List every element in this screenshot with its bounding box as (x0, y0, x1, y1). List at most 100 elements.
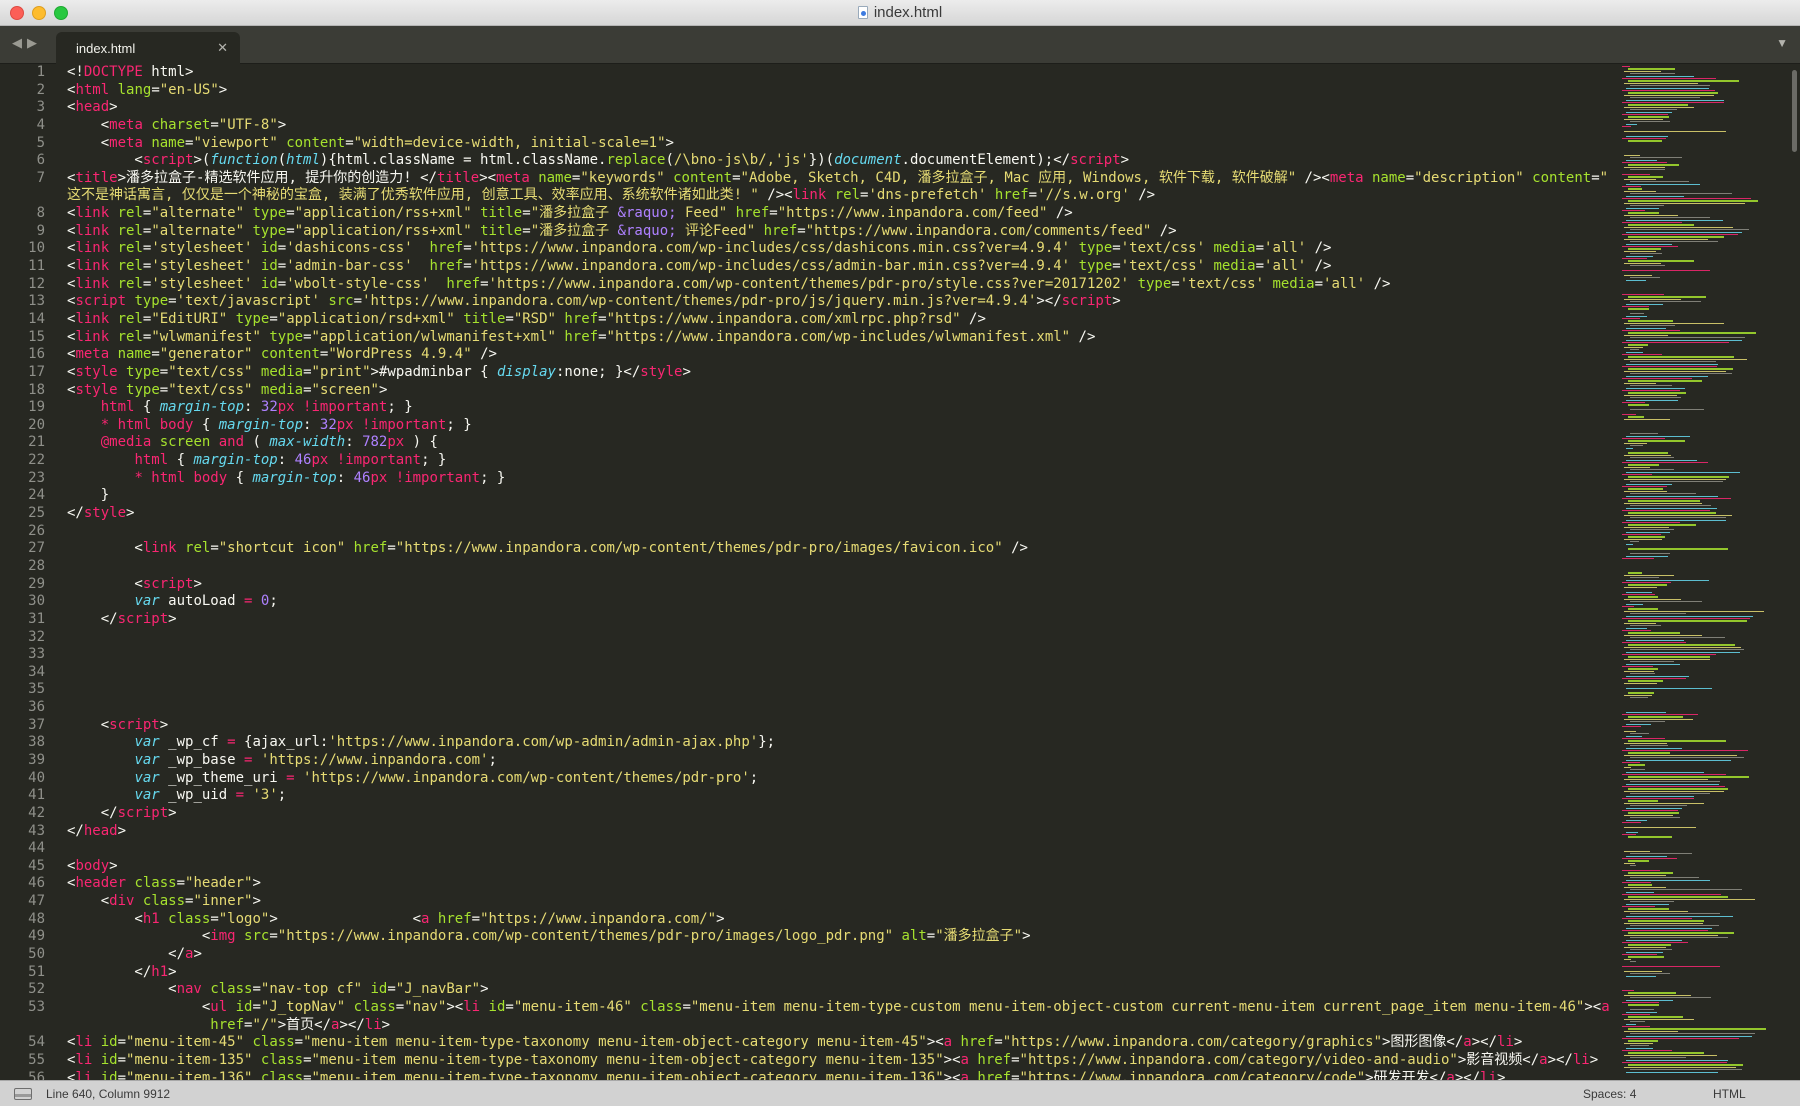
code-token: px (277, 399, 295, 416)
code-token: li (1572, 1051, 1590, 1068)
code-line[interactable]: <li id="menu-item-135" class="menu-item … (67, 1052, 1623, 1070)
code-token: > (378, 381, 388, 398)
code-line[interactable]: <header class="header"> (67, 875, 1623, 893)
code-line[interactable]: <meta name="viewport" content="width=dev… (67, 135, 1623, 153)
code-line[interactable]: <div class="inner"> (67, 893, 1623, 911)
forward-arrow-icon[interactable]: ▶ (27, 35, 42, 50)
code-token: script (142, 575, 194, 592)
code-line[interactable]: var _wp_theme_uri = 'https://www.inpando… (67, 770, 1623, 788)
code-line[interactable]: var autoLoad = 0; (67, 593, 1623, 611)
code-line[interactable]: <style type="text/css" media="screen"> (67, 382, 1623, 400)
code-line[interactable]: var _wp_uid = '3'; (67, 787, 1623, 805)
vertical-scrollbar[interactable] (1792, 70, 1797, 152)
code-line[interactable]: <link rel="alternate" type="application/… (67, 223, 1623, 241)
close-icon[interactable]: ✕ (217, 40, 228, 56)
code-token: ; (269, 593, 278, 610)
code-token: = (522, 222, 531, 239)
code-line[interactable]: <script>(function(html){html.className =… (67, 152, 1623, 170)
indentation-setting[interactable]: Spaces: 4 (1583, 1087, 1636, 1101)
code-line[interactable]: <link rel="EditURI" type="application/rs… (67, 311, 1623, 329)
minimap-line (1630, 781, 1720, 783)
code-line[interactable]: <link rel='stylesheet' id='admin-bar-css… (67, 258, 1623, 276)
code-line[interactable]: * html body { margin-top: 32px !importan… (67, 417, 1623, 435)
code-area[interactable]: <!DOCTYPE html> <html lang="en-US"> <head>… (67, 64, 1623, 1080)
code-line[interactable]: * html body { margin-top: 46px !importan… (67, 470, 1623, 488)
code-line[interactable]: <html lang="en-US"> (67, 82, 1623, 100)
panel-toggle-icon[interactable] (14, 1088, 32, 1100)
code-token: = (227, 734, 236, 751)
code-line[interactable]: var _wp_base = 'https://www.inpandora.co… (67, 752, 1623, 770)
code-token: 'all' (1264, 258, 1307, 275)
code-line[interactable]: } (67, 487, 1623, 505)
code-token: "RSD" (513, 310, 556, 327)
code-editor[interactable]: 1 2 3 4 5 6 7 8 9 10 11 12 13 14 15 16 17 18 19 20 21 22 23 24 2… (0, 64, 1800, 1080)
code-line[interactable]: </h1> (67, 964, 1623, 982)
code-line[interactable]: <meta name="generator" content="WordPres… (67, 346, 1623, 364)
minimap-line (1626, 759, 1732, 761)
code-line[interactable]: </script> (67, 805, 1623, 823)
minimap[interactable] (1622, 64, 1794, 1080)
code-line[interactable]: <!DOCTYPE html> (67, 64, 1623, 82)
code-line[interactable]: <nav class="nav-top cf" id="J_navBar"> (67, 981, 1623, 999)
line-number: 19 (28, 399, 45, 416)
code-line[interactable]: <script> (67, 576, 1623, 594)
minimap-line (1622, 294, 1664, 296)
code-line[interactable] (67, 681, 1623, 699)
minimap-line (1626, 879, 1711, 881)
code-line[interactable]: <link rel='stylesheet' id='dashicons-css… (67, 240, 1623, 258)
code-token: "https://www.inpandora.com/wp-includes/w… (606, 328, 1071, 345)
code-line[interactable]: <body> (67, 858, 1623, 876)
code-line[interactable]: <li id="menu-item-45" class="menu-item m… (67, 1034, 1623, 1052)
code-line[interactable] (67, 523, 1623, 541)
code-line[interactable]: <title>潘多拉盒子-精选软件应用, 提升你的创造力! </title><m… (67, 170, 1623, 188)
code-line[interactable]: </script> (67, 611, 1623, 629)
tab-index-html[interactable]: index.html ✕ (56, 32, 240, 64)
code-line[interactable]: 这不是神话寓言, 仅仅是一个神秘的宝盒, 装满了优秀软件应用, 创意工具、效率应… (67, 187, 1623, 205)
code-line[interactable]: <style type="text/css" media="print">#wp… (67, 364, 1623, 382)
code-token: screen (159, 434, 211, 451)
code-token: 'dns-prefetch' (868, 187, 987, 204)
minimap-line (1630, 313, 1645, 315)
code-line[interactable] (67, 664, 1623, 682)
code-line[interactable]: </style> (67, 505, 1623, 523)
chevron-down-icon[interactable]: ▼ (1776, 36, 1788, 50)
syntax-selector[interactable]: HTML (1713, 1087, 1746, 1101)
line-number: 2 (36, 81, 45, 98)
code-line[interactable]: <img src="https://www.inpandora.com/wp-c… (67, 928, 1623, 946)
code-line[interactable]: <link rel='stylesheet' id='wbolt-style-c… (67, 276, 1623, 294)
code-line[interactable]: </a> (67, 946, 1623, 964)
minimap-line (1630, 541, 1639, 543)
code-line[interactable]: <head> (67, 99, 1623, 117)
code-line[interactable]: <ul id="J_topNav" class="nav"><li id="me… (67, 999, 1623, 1017)
minimap-line (1622, 498, 1731, 500)
code-line[interactable]: <link rel="alternate" type="application/… (67, 205, 1623, 223)
code-line[interactable]: <meta charset="UTF-8"> (67, 117, 1623, 135)
code-line[interactable]: <link rel="wlwmanifest" type="applicatio… (67, 329, 1623, 347)
code-line[interactable] (67, 699, 1623, 717)
code-line[interactable] (67, 646, 1623, 664)
code-line[interactable]: <li id="menu-item-136" class="menu-item … (67, 1070, 1623, 1080)
code-line[interactable]: href="/">首页</a></li> (67, 1017, 1623, 1035)
code-line[interactable] (67, 558, 1623, 576)
code-line[interactable]: html { margin-top: 46px !important; } (67, 452, 1623, 470)
code-line[interactable]: </head> (67, 823, 1623, 841)
code-token: link (75, 258, 110, 275)
back-arrow-icon[interactable]: ◀ (12, 35, 27, 50)
code-line[interactable]: var _wp_cf = {ajax_url:'https://www.inpa… (67, 734, 1623, 752)
code-line[interactable]: <h1 class="logo"> <a href="https://www.i… (67, 911, 1623, 929)
minimap-line (1622, 714, 1699, 716)
code-line[interactable]: html { margin-top: 32px !important; } (67, 399, 1623, 417)
minimap-line (1628, 1064, 1743, 1066)
code-line[interactable]: <link rel="shortcut icon" href="https://… (67, 540, 1623, 558)
code-line[interactable] (67, 840, 1623, 858)
minimap-line (1626, 735, 1642, 737)
code-token: content (673, 169, 733, 186)
code-token: margin-top (193, 452, 278, 469)
minimap-line (1630, 229, 1749, 231)
code-line[interactable] (67, 629, 1623, 647)
code-line[interactable]: @media screen and ( max-width: 782px ) { (67, 434, 1623, 452)
code-line[interactable]: <script type='text/javascript' src='http… (67, 293, 1623, 311)
code-line[interactable]: <script> (67, 717, 1623, 735)
